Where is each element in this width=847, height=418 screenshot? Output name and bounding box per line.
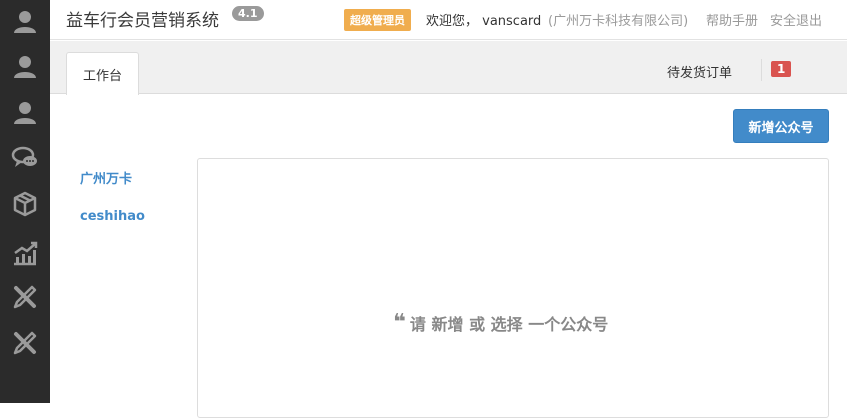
- company-name: (广州万卡科技有限公司): [548, 14, 689, 29]
- pending-count-badge[interactable]: 1: [771, 61, 792, 77]
- sidebar-item-tools-1[interactable]: [0, 277, 50, 317]
- user-icon: [14, 102, 36, 124]
- content-panel: ❝ 请 新增 或 选择 一个公众号: [197, 158, 829, 418]
- sidebar-item-user-2[interactable]: [0, 47, 50, 87]
- sidebar-item-chart[interactable]: [0, 233, 50, 273]
- user-icon: [14, 11, 36, 33]
- cube-icon: [13, 191, 37, 217]
- account-list: 广州万卡 ceshihao: [80, 168, 145, 250]
- chart-icon: [14, 241, 38, 266]
- tab-workbench[interactable]: 工作台: [66, 52, 139, 95]
- account-item-ceshihao[interactable]: ceshihao: [80, 209, 145, 250]
- logout-link[interactable]: 安全退出: [770, 10, 822, 29]
- app-title: 益车行会员营销系统: [66, 11, 219, 31]
- sidebar-item-chat[interactable]: [0, 138, 50, 178]
- divider: [761, 59, 762, 81]
- account-item-guangzhou-wanka[interactable]: 广州万卡: [80, 168, 145, 209]
- quote-icon: ❝: [393, 310, 406, 335]
- pending-orders-link[interactable]: 待发货订单: [667, 62, 732, 81]
- top-header: 益车行会员营销系统 4.1 超级管理员 欢迎您， vanscard (广州万卡科…: [50, 0, 847, 40]
- welcome-text: 欢迎您， vanscard: [426, 14, 542, 29]
- role-badge: 超级管理员: [344, 9, 411, 31]
- chat-icon: [11, 146, 37, 167]
- sidebar: [0, 0, 50, 403]
- tools-icon: [13, 331, 37, 355]
- empty-state-message: ❝ 请 新增 或 选择 一个公众号: [393, 311, 608, 335]
- help-manual-link[interactable]: 帮助手册: [706, 10, 758, 29]
- empty-state-text: 请 新增 或 选择 一个公众号: [409, 315, 609, 334]
- version-badge: 4.1: [232, 6, 264, 21]
- user-icon: [14, 56, 36, 78]
- sidebar-item-tools-2[interactable]: [0, 323, 50, 363]
- sidebar-item-cube[interactable]: [0, 184, 50, 224]
- tools-icon: [13, 285, 37, 309]
- add-account-button[interactable]: 新增公众号: [733, 109, 829, 143]
- sidebar-item-user-1[interactable]: [0, 2, 50, 42]
- tab-bar: 工作台 待发货订单 1: [50, 41, 847, 95]
- sidebar-item-user-3[interactable]: [0, 93, 50, 133]
